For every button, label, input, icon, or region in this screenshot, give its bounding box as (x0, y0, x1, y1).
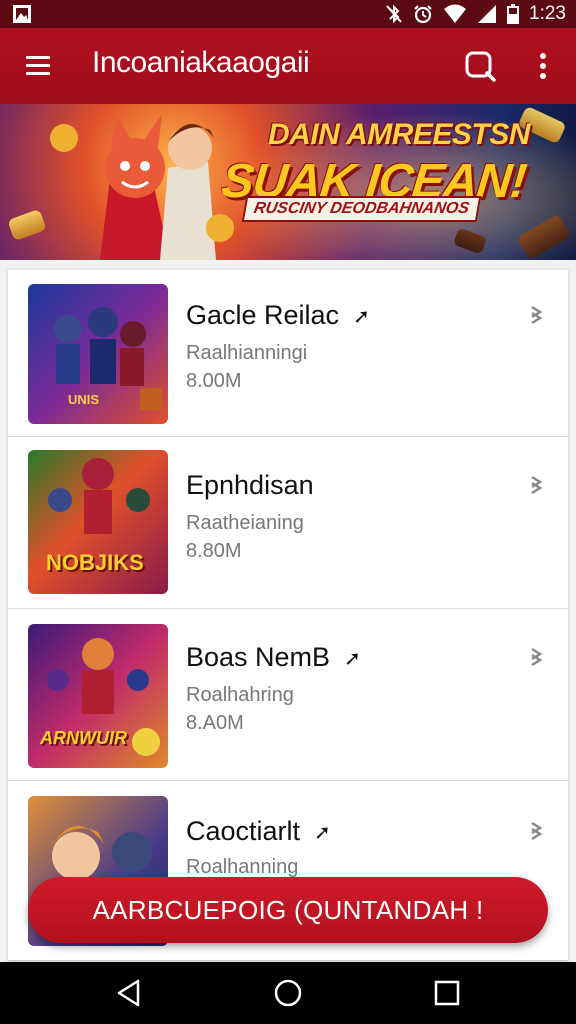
game-name-row: Caoctiarlt ➚ (186, 816, 331, 847)
image-icon (13, 5, 31, 23)
game-name: Gacle Reilac (186, 300, 340, 330)
list-item[interactable]: NOBJIKS Epnhdisan Raatheianing 8.80M (8, 436, 568, 609)
cta-button[interactable]: AARBCUEPOIG (QUNTANDAH ! (28, 877, 548, 943)
status-time: 1:23 (529, 3, 566, 24)
search-icon[interactable] (462, 48, 498, 84)
arrow-icon: ➚ (344, 648, 361, 671)
signal-icon (478, 5, 497, 23)
chevron-icon[interactable] (528, 474, 544, 496)
game-name-row: Boas NemB ➚ (186, 642, 361, 673)
game-size: 8.80M (186, 540, 242, 562)
wifi-icon (444, 4, 467, 23)
arrow-icon: ➚ (353, 306, 370, 329)
chevron-icon[interactable] (528, 304, 544, 326)
promo-banner[interactable]: DAIN AMREESTSN SUAK ICEAN! RUSCINY DEODB… (0, 104, 576, 260)
game-thumbnail: ARNWUIR (28, 624, 168, 768)
thumbnail-title: NOBJIKS (46, 550, 144, 575)
chevron-icon[interactable] (528, 820, 544, 842)
game-thumbnail: UNIS (28, 284, 168, 424)
game-name: Caoctiarlt (186, 816, 301, 846)
game-size: 8.A0M (186, 712, 244, 734)
status-bar: 1:23 (0, 0, 576, 28)
system-nav-bar (0, 962, 576, 1024)
menu-icon[interactable] (22, 50, 54, 82)
back-icon[interactable] (114, 978, 144, 1008)
bluetooth-off-icon (386, 4, 402, 24)
app-bar: Incoaniakaaogaii (0, 28, 576, 104)
game-thumbnail: NOBJIKS (28, 450, 168, 594)
game-category: Roalhanning (186, 856, 299, 878)
banner-hero-art (50, 114, 234, 260)
game-category: Raatheianing (186, 512, 304, 534)
game-category: Raalhianningi (186, 342, 308, 364)
banner-subtitle: RUSCINY DEODBAHNANOS (241, 196, 482, 222)
game-name: Epnhdisan (186, 470, 314, 500)
game-name-row: Gacle Reilac ➚ (186, 300, 370, 331)
banner-headline-1: DAIN AMREESTSN (268, 118, 530, 151)
game-name: Boas NemB (186, 642, 331, 672)
arrow-icon: ➚ (314, 822, 331, 845)
alarm-icon (414, 5, 432, 24)
more-vert-icon[interactable] (530, 50, 556, 82)
recents-icon[interactable] (432, 978, 462, 1008)
thumbnail-title: ARNWUIR (40, 728, 127, 748)
list-item[interactable]: UNIS Gacle Reilac ➚ Raalhianningi 8.00M (8, 270, 568, 437)
list-item[interactable]: ARNWUIR Boas NemB ➚ Roalhahring 8.A0M (8, 608, 568, 781)
home-icon[interactable] (273, 978, 303, 1008)
battery-icon (507, 4, 520, 24)
chevron-icon[interactable] (528, 646, 544, 668)
app-title: Incoaniakaaogaii (92, 46, 310, 79)
game-category: Roalhahring (186, 684, 294, 706)
thumbnail-title: UNIS (68, 392, 100, 407)
game-size: 8.00M (186, 370, 242, 392)
game-list: UNIS Gacle Reilac ➚ Raalhianningi 8.00M N… (8, 270, 568, 960)
